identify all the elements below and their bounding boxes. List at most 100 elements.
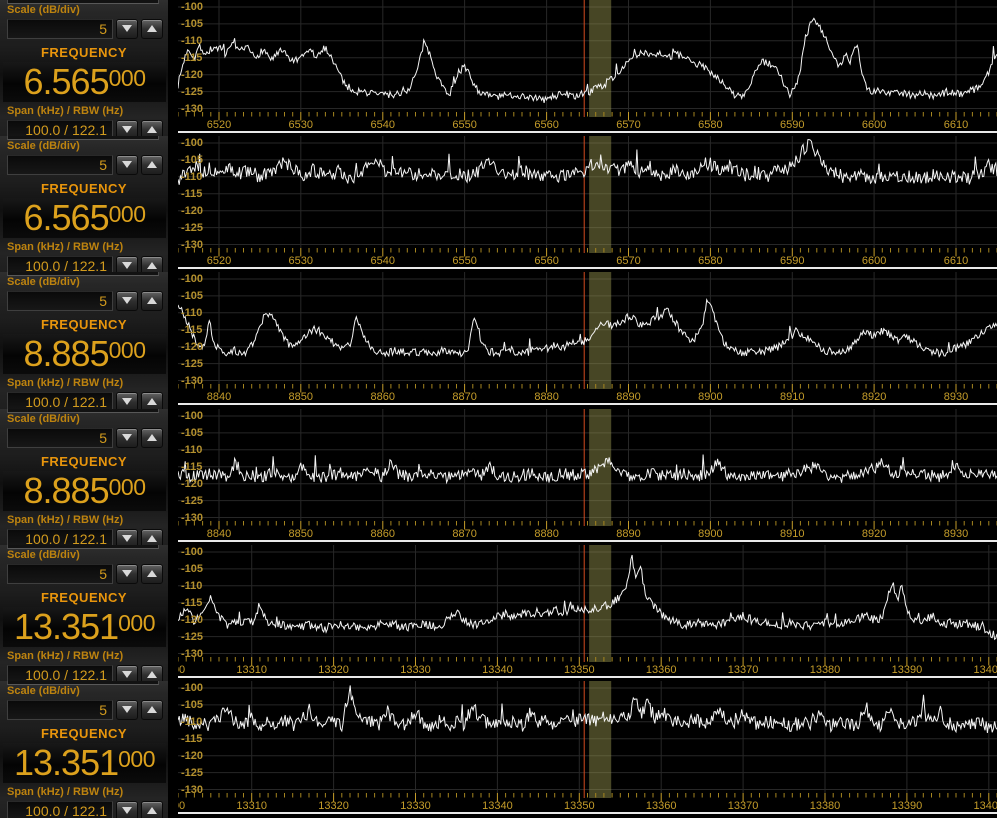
frequency-display[interactable]: 8.885000 [3, 334, 166, 374]
span-up-button[interactable] [141, 392, 163, 410]
spectrum-trace [178, 685, 997, 733]
frequency-display[interactable]: 6.565000 [3, 198, 166, 238]
frequency-mhz-digits[interactable]: 8.885 [24, 336, 109, 372]
scale-up-button[interactable] [141, 155, 163, 175]
scale-up-button[interactable] [141, 428, 163, 448]
span-rbw-input[interactable]: 100.0 / 122.1 [7, 529, 113, 546]
spectrum-display[interactable]: -100-105-110-115-120-125-130 88408850886… [178, 409, 997, 545]
frequency-display[interactable]: 13.351000 [3, 607, 166, 647]
scale-down-button[interactable] [116, 564, 138, 584]
y-axis-tick-label: -100 [181, 410, 203, 422]
scale-label: Scale (dB/div) [0, 549, 168, 562]
scale-input[interactable]: 5 [7, 564, 113, 584]
y-axis-tick-label: -130 [181, 103, 203, 115]
span-rbw-input[interactable]: 100.0 / 122.1 [7, 665, 113, 682]
control-panel: Scale (dB/div) 5 FREQUENCY 6.565000 Span… [0, 136, 168, 272]
y-axis-tick-label: -115 [181, 52, 202, 64]
grid-horizontal-lines [178, 688, 997, 790]
span-down-button[interactable] [116, 665, 138, 682]
spectrum-display[interactable]: -100-105-110-115-120-125-130 88408850886… [178, 272, 997, 409]
span-rbw-input[interactable]: 100.0 / 122.1 [7, 256, 113, 273]
frequency-hz-digits[interactable]: 000 [109, 476, 146, 499]
receiver-row: Scale (dB/div) 5 FREQUENCY 13.351000 Spa… [0, 545, 997, 681]
frequency-mhz-digits[interactable]: 13.351 [14, 745, 118, 781]
scale-input[interactable]: 5 [7, 700, 113, 720]
span-down-button[interactable] [116, 529, 138, 546]
scale-label: Scale (dB/div) [0, 140, 168, 153]
y-axis-tick-label: -125 [181, 767, 203, 779]
x-axis-tick-label: 6540 [371, 120, 395, 131]
span-down-button[interactable] [116, 120, 138, 137]
span-up-button[interactable] [141, 256, 163, 273]
scale-input[interactable]: 5 [7, 19, 113, 39]
scale-up-button[interactable] [141, 19, 163, 39]
control-panel: Scale (dB/div) 5 FREQUENCY 8.885000 Span… [0, 272, 168, 409]
grid-vertical-lines [219, 272, 956, 384]
y-axis-tick-label: -120 [181, 205, 203, 217]
scale-down-button[interactable] [116, 155, 138, 175]
x-axis-tick-label: 13400 [974, 801, 997, 812]
y-axis-tick-label: -130 [181, 512, 203, 524]
frequency-display[interactable]: 8.885000 [3, 471, 166, 511]
y-axis-tick-label: -110 [181, 171, 202, 183]
arrow-down-icon [122, 706, 132, 713]
spectrum-display[interactable]: -100-105-110-115-120-125-130 65206530654… [178, 0, 997, 136]
scale-down-button[interactable] [116, 19, 138, 39]
span-up-button[interactable] [141, 665, 163, 682]
scale-up-button[interactable] [141, 700, 163, 720]
frequency-display[interactable]: 6.565000 [3, 62, 166, 102]
y-axis-tick-label: -110 [181, 35, 202, 47]
scale-up-button[interactable] [141, 291, 163, 311]
arrow-up-icon [147, 671, 157, 678]
span-down-button[interactable] [116, 801, 138, 818]
bottom-separator-line [178, 403, 997, 405]
spectrum-display[interactable]: -100-105-110-115-120-125-130 65206530654… [178, 136, 997, 272]
span-rbw-input[interactable]: 100.0 / 122.1 [7, 801, 113, 818]
spectrum-display[interactable]: -100-105-110-115-120-125-130 13300133101… [178, 545, 997, 681]
x-axis-tick-label: 8870 [452, 392, 476, 403]
arrow-down-icon [122, 535, 132, 542]
frequency-hz-digits[interactable]: 000 [109, 67, 146, 90]
frequency-hz-digits[interactable]: 000 [118, 748, 155, 771]
frequency-hz-digits[interactable]: 000 [109, 339, 146, 362]
y-axis-tick-label: -105 [181, 154, 203, 166]
arrow-up-icon [147, 570, 157, 577]
frequency-mhz-digits[interactable]: 6.565 [24, 200, 109, 236]
scale-input[interactable]: 5 [7, 428, 113, 448]
arrow-down-icon [122, 126, 132, 133]
spectrum-plot [178, 136, 997, 272]
span-rbw-input[interactable]: 100.0 / 122.1 [7, 120, 113, 137]
span-up-button[interactable] [141, 120, 163, 137]
span-up-button[interactable] [141, 801, 163, 818]
scale-input-row: 5 [0, 698, 168, 721]
scale-down-button[interactable] [116, 428, 138, 448]
span-down-button[interactable] [116, 392, 138, 410]
frequency-mhz-digits[interactable]: 13.351 [14, 609, 118, 645]
scale-input-row: 5 [0, 153, 168, 176]
scale-input[interactable]: 5 [7, 291, 113, 311]
frequency-hz-digits[interactable]: 000 [118, 612, 155, 635]
span-input-row: 100.0 / 122.1 [0, 799, 168, 818]
frequency-hz-digits[interactable]: 000 [109, 203, 146, 226]
scale-down-button[interactable] [116, 700, 138, 720]
span-rbw-label: Span (kHz) / RBW (Hz) [0, 650, 168, 663]
frequency-mhz-digits[interactable]: 8.885 [24, 473, 109, 509]
span-rbw-input[interactable]: 100.0 / 122.1 [7, 392, 113, 410]
x-axis-tick-label: 13370 [728, 801, 759, 812]
x-axis-tick-label: 8900 [698, 392, 722, 403]
grid-vertical-lines [252, 681, 989, 793]
frequency-mhz-digits[interactable]: 6.565 [24, 64, 109, 100]
filter-passband-overlay [589, 0, 611, 117]
span-up-button[interactable] [141, 529, 163, 546]
y-axis-tick-label: -120 [181, 750, 203, 762]
grid-vertical-lines [219, 136, 956, 248]
x-axis-tick-label: 8860 [371, 392, 395, 403]
scale-down-button[interactable] [116, 291, 138, 311]
scale-input[interactable]: 5 [7, 155, 113, 175]
spectrum-display[interactable]: -100-105-110-115-120-125-130 13300133101… [178, 681, 997, 818]
span-rbw-label: Span (kHz) / RBW (Hz) [0, 786, 168, 799]
frequency-display[interactable]: 13.351000 [3, 743, 166, 783]
span-down-button[interactable] [116, 256, 138, 273]
x-axis-tick-label: 6600 [862, 256, 886, 267]
scale-up-button[interactable] [141, 564, 163, 584]
